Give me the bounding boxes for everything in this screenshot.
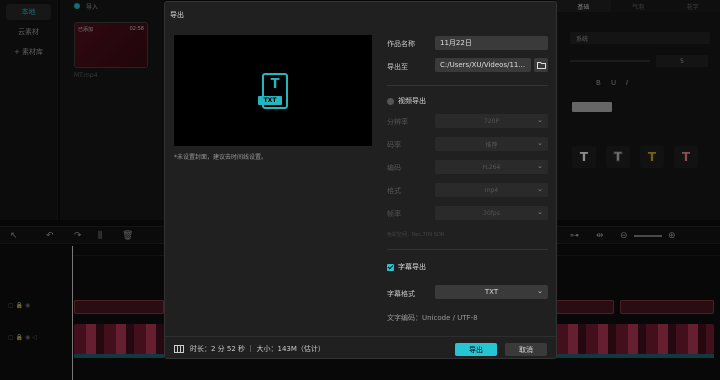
chevron-down-icon: ⌄ (537, 116, 543, 124)
codec-label: 编码 (387, 164, 401, 172)
subtitle-export-checkbox[interactable] (387, 263, 394, 271)
chevron-down-icon: ⌄ (537, 162, 543, 170)
file-glyph: T (270, 77, 280, 92)
chevron-down-icon: ⌄ (537, 208, 543, 216)
export-info: 时长：2 分 52 秒 ｜ 大小：143M（估计） (174, 344, 325, 354)
dialog-title: 导出 (170, 11, 184, 19)
film-icon (174, 345, 184, 353)
subtitle-format-select[interactable]: TXT ⌄ (435, 285, 548, 299)
cover-hint: *未设置封面，建议去时间线设置。 (174, 154, 268, 161)
dialog-footer: 时长：2 分 52 秒 ｜ 大小：143M（估计） 导出 取消 (165, 336, 556, 360)
divider (387, 249, 548, 250)
codec-value: H.264 (482, 163, 501, 171)
name-input[interactable]: 11月22日 (435, 36, 548, 50)
resolution-value: 720P (483, 117, 500, 125)
resolution-select: 720P ⌄ (435, 114, 548, 128)
format-select: mp4 ⌄ (435, 183, 548, 197)
export-preview: T TXT (174, 35, 372, 146)
export-button[interactable]: 导出 (455, 343, 497, 356)
cancel-button[interactable]: 取消 (505, 343, 547, 356)
text-encoding: 文字编码：Unicode / UTF-8 (387, 314, 478, 322)
chevron-down-icon: ⌄ (537, 139, 543, 147)
folder-icon (536, 61, 546, 69)
framerate-select: 30fps ⌄ (435, 206, 548, 220)
path-label: 导出至 (387, 63, 408, 71)
subtitle-export-toggle[interactable]: 字幕导出 (387, 262, 426, 272)
browse-folder-button[interactable] (534, 58, 548, 72)
format-value: mp4 (484, 186, 499, 194)
color-space-info: 色彩空间：Rec.709 SDR (387, 232, 445, 238)
framerate-label: 帧率 (387, 210, 401, 218)
subtitle-format-label: 字幕格式 (387, 290, 415, 298)
path-input[interactable]: C:/Users/XU/Videos/11... (435, 58, 531, 72)
video-export-toggle[interactable]: 视频导出 (387, 96, 426, 106)
chevron-down-icon: ⌄ (537, 185, 543, 193)
codec-select: H.264 ⌄ (435, 160, 548, 174)
txt-badge: TXT (258, 96, 282, 105)
framerate-value: 30fps (483, 209, 500, 217)
video-export-checkbox[interactable] (387, 97, 394, 105)
bitrate-label: 码率 (387, 141, 401, 149)
bitrate-value: 推荐 (485, 141, 498, 149)
format-label: 格式 (387, 187, 401, 195)
export-dialog: 导出 T TXT *未设置封面，建议去时间线设置。 作品名称 11月22日 导出… (164, 1, 557, 359)
divider (387, 85, 548, 86)
name-label: 作品名称 (387, 40, 415, 48)
txt-file-icon: T TXT (258, 73, 288, 109)
subtitle-format-value: TXT (484, 288, 499, 296)
subtitle-export-label: 字幕导出 (398, 263, 426, 271)
resolution-label: 分辨率 (387, 118, 408, 126)
duration-size-text: 时长：2 分 52 秒 ｜ 大小：143M（估计） (190, 345, 325, 353)
video-export-label: 视频导出 (398, 97, 426, 105)
chevron-down-icon: ⌄ (537, 287, 543, 295)
bitrate-select: 推荐 ⌄ (435, 137, 548, 151)
